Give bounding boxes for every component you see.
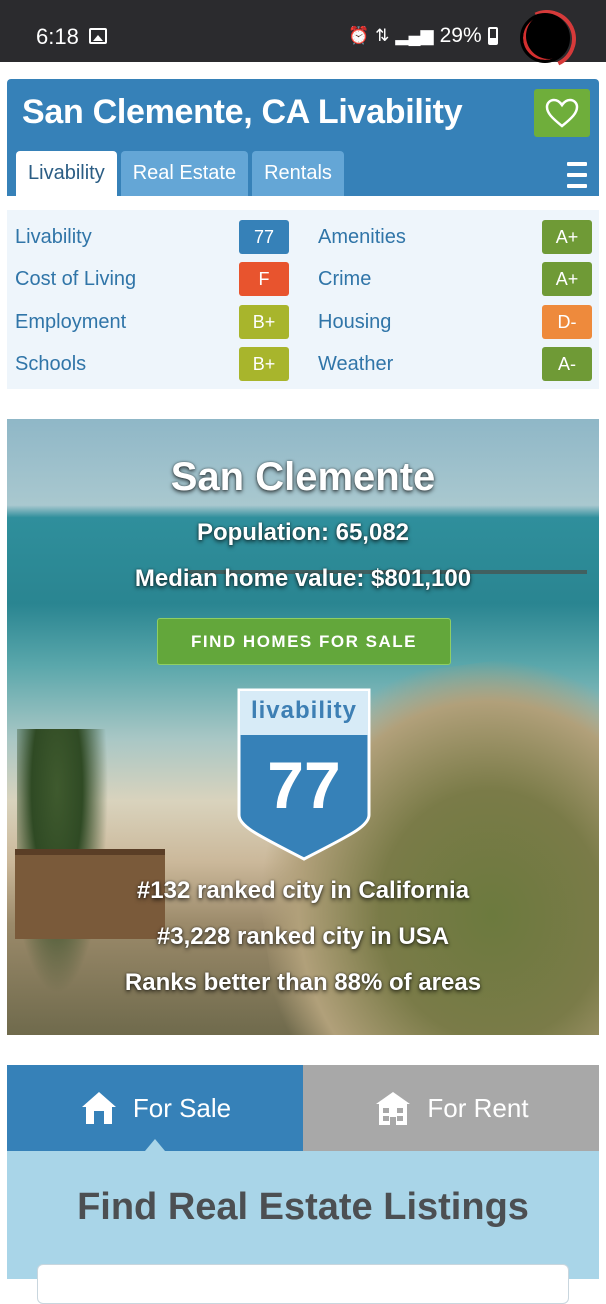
listing-title: Find Real Estate Listings: [77, 1186, 529, 1228]
listing-tabs: For Sale For Rent: [7, 1065, 599, 1151]
header-tabs: Livability Real Estate Rentals: [16, 151, 344, 196]
camera-dot-icon: [520, 13, 570, 63]
building-icon: [376, 1092, 411, 1125]
tab-for-sale-label: For Sale: [132, 1092, 232, 1123]
tab-for-sale[interactable]: For Sale: [7, 1065, 303, 1151]
signal-icon: ▂▄▆: [395, 26, 434, 45]
tab-rentals[interactable]: Rentals: [252, 151, 344, 196]
score-label: Livability: [15, 225, 92, 248]
find-homes-button[interactable]: FIND HOMES FOR SALE: [157, 618, 451, 665]
rank-usa: #3,228 ranked city in USA: [156, 923, 450, 950]
tab-livability[interactable]: Livability: [16, 151, 117, 196]
score-row-livability[interactable]: Livability: [15, 220, 92, 254]
hero-median-value: Median home value: $801,100: [134, 565, 472, 592]
gallery-icon: [89, 28, 107, 44]
menu-button[interactable]: [567, 162, 587, 188]
hero-population: Population: 65,082: [196, 519, 410, 546]
favorite-button[interactable]: [534, 89, 590, 137]
score-row-amenities[interactable]: Amenities: [318, 220, 406, 254]
heart-icon: [545, 98, 579, 128]
tab-for-rent-label: For Rent: [427, 1092, 529, 1123]
hero-banner: San Clemente Population: 65,082 Median h…: [7, 419, 599, 1035]
score-label: Schools: [15, 352, 87, 375]
score-row-employment[interactable]: Employment: [15, 305, 126, 339]
score-row-housing[interactable]: Housing: [318, 305, 391, 339]
status-icons: ⏰ ⇅ ▂▄▆ 29%: [348, 24, 498, 48]
data-arrows-icon: ⇅: [375, 26, 390, 45]
score-badge-schools[interactable]: B+: [239, 347, 289, 381]
tab-for-rent[interactable]: For Rent: [303, 1065, 599, 1151]
score-badge-cost-of-living[interactable]: F: [239, 262, 289, 296]
score-badge-weather[interactable]: A-: [542, 347, 592, 381]
shield-score: 77: [267, 748, 341, 822]
rank-state: #132 ranked city in California: [136, 877, 470, 904]
page-header: San Clemente, CA Livability Livability R…: [7, 79, 599, 196]
battery-icon: [487, 27, 498, 45]
score-row-crime[interactable]: Crime: [318, 262, 371, 296]
score-grid: Livability 77 Cost of Living F Employmen…: [7, 210, 599, 389]
shield-label: livability: [250, 697, 358, 724]
score-label: Amenities: [318, 225, 406, 248]
score-label: Cost of Living: [15, 267, 137, 290]
hero-city-name: San Clemente: [170, 455, 436, 499]
status-bar: 6:18 ⏰ ⇅ ▂▄▆ 29%: [0, 0, 606, 77]
listing-panel: Find Real Estate Listings: [7, 1151, 599, 1304]
score-label: Housing: [318, 310, 392, 333]
score-badge-livability[interactable]: 77: [239, 220, 289, 254]
menu-bar: [567, 184, 587, 188]
livability-shield: livability 77: [236, 687, 372, 862]
score-badge-housing[interactable]: D-: [542, 305, 592, 339]
score-badge-crime[interactable]: A+: [542, 262, 592, 296]
menu-bar: [567, 173, 587, 177]
house-icon: [81, 1092, 116, 1124]
score-badge-amenities[interactable]: A+: [542, 220, 592, 254]
alarm-icon: ⏰: [348, 26, 370, 45]
status-time: 6:18: [36, 24, 79, 49]
menu-bar: [567, 162, 587, 166]
page-title: San Clemente, CA Livability: [22, 93, 463, 131]
score-row-schools[interactable]: Schools: [15, 347, 86, 381]
battery-percent: 29%: [439, 24, 482, 47]
score-label: Crime: [318, 267, 372, 290]
score-label: Employment: [15, 310, 127, 333]
score-badge-employment[interactable]: B+: [239, 305, 289, 339]
score-row-weather[interactable]: Weather: [318, 347, 393, 381]
rank-percent: Ranks better than 88% of areas: [124, 969, 482, 996]
score-label: Weather: [318, 352, 394, 375]
score-row-cost-of-living[interactable]: Cost of Living: [15, 262, 136, 296]
tab-real-estate[interactable]: Real Estate: [120, 151, 249, 196]
listing-search-input[interactable]: [37, 1264, 569, 1304]
